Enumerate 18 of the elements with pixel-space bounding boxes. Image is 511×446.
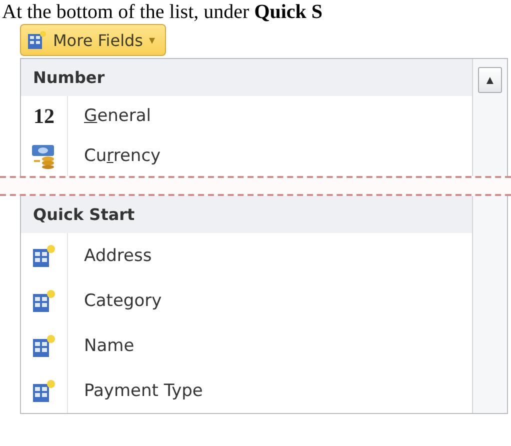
scroll-up-button[interactable]: ▲ bbox=[478, 67, 502, 93]
table-icon bbox=[32, 288, 56, 312]
caption-text: At the bottom of the list, under Quick S bbox=[1, 0, 324, 24]
table-icon bbox=[32, 334, 56, 358]
field-type-item[interactable]: Category bbox=[21, 278, 472, 323]
field-type-item[interactable]: Payment Type bbox=[21, 368, 472, 413]
field-type-item[interactable]: Currency bbox=[21, 136, 472, 176]
section-header: Number bbox=[21, 59, 472, 96]
more-fields-button[interactable]: More Fields ▾ bbox=[20, 24, 166, 56]
table-icon bbox=[32, 244, 56, 268]
money-icon bbox=[31, 143, 57, 169]
table-icon bbox=[32, 378, 56, 402]
field-type-item[interactable]: 12 General bbox=[21, 96, 472, 136]
number-icon: 12 bbox=[34, 104, 54, 128]
field-type-item[interactable]: Address bbox=[21, 233, 472, 278]
field-type-item[interactable]: Name bbox=[21, 323, 472, 368]
table-icon bbox=[27, 30, 47, 50]
section-header: Quick Start bbox=[21, 196, 472, 233]
